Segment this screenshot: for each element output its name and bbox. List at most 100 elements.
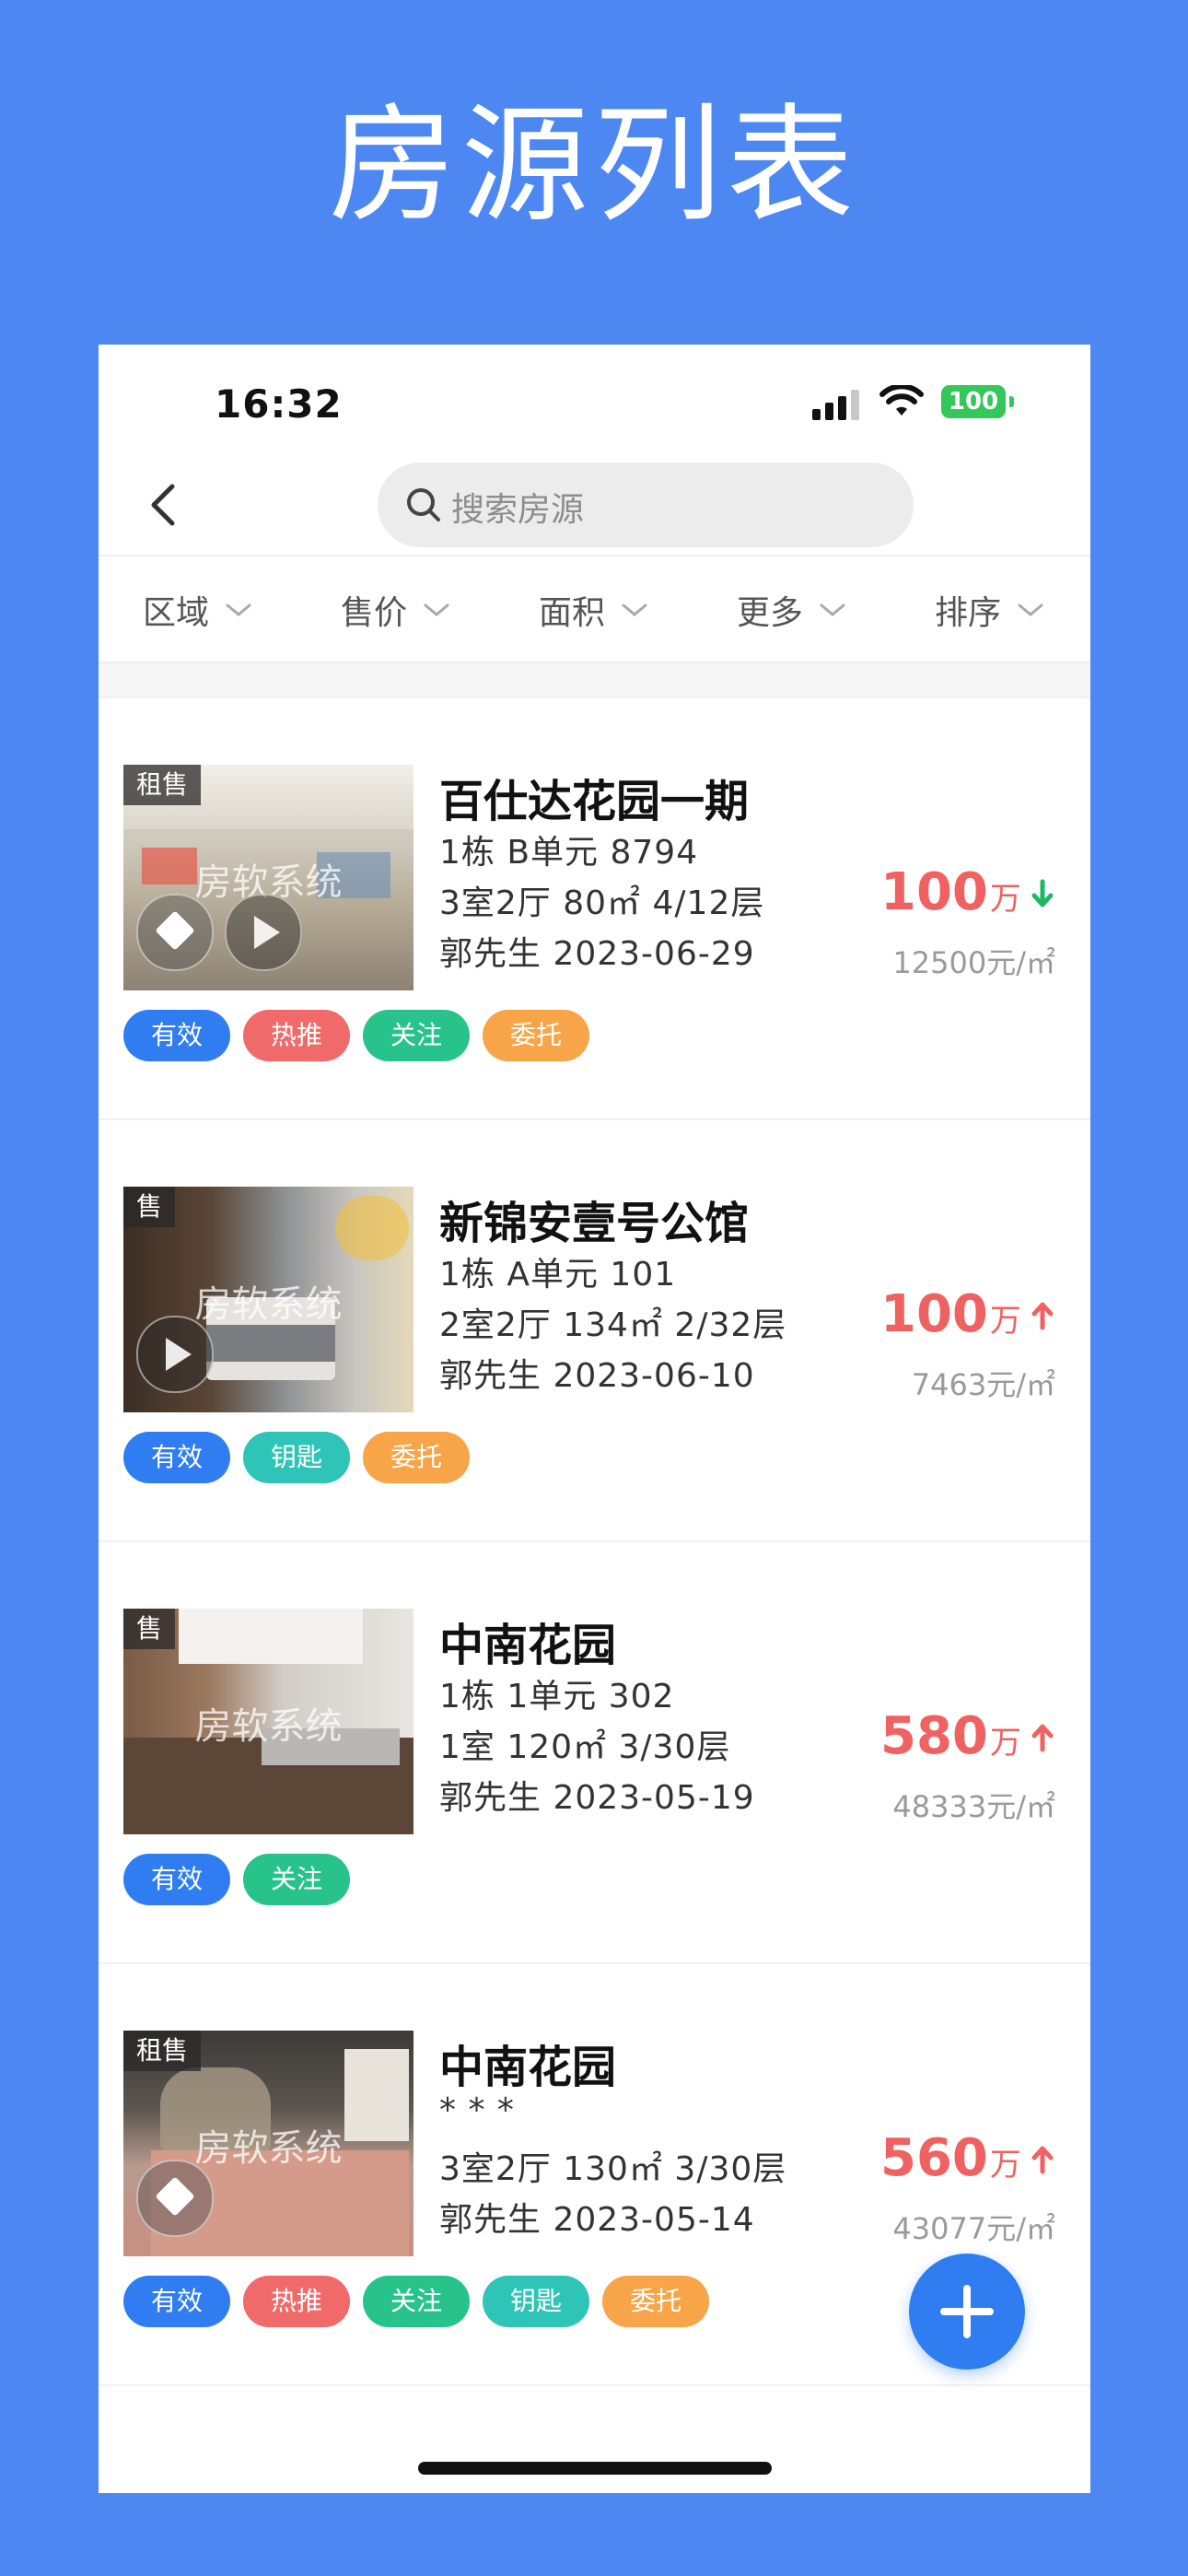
arrow-up-icon [1031, 1724, 1054, 1752]
wifi-icon [879, 385, 924, 416]
photo-watermark: 房软系统 [194, 1705, 343, 1748]
back-button[interactable] [135, 468, 191, 542]
listing-layout: 1室 120㎡ 3/30层 [439, 1728, 731, 1766]
listing-price: 560万 [880, 2128, 1055, 2188]
filter-price[interactable]: 售价 [341, 586, 450, 632]
listing-price: 100万 [880, 862, 1055, 922]
price-value: 560 [880, 2128, 988, 2188]
listing-type-badge: 售 [123, 1187, 176, 1227]
nav-divider [99, 555, 1090, 556]
tag-hot: 热推 [243, 1010, 351, 1061]
price-unit: 万 [989, 1725, 1021, 1762]
listing-price: 100万 [880, 1284, 1055, 1344]
listing-title: 中南花园 [439, 1620, 617, 1671]
listing-title: 新锦安壹号公馆 [439, 1198, 750, 1249]
listing-layout: 2室2厅 134㎡ 2/32层 [439, 1306, 787, 1344]
listing-tags: 有效 钥匙 委托 [123, 1432, 483, 1483]
listing-photo: 租售 房软系统 [123, 2031, 413, 2256]
price-unit: 万 [989, 1303, 1021, 1340]
vr-cube-icon[interactable] [136, 2160, 214, 2237]
tag-follow: 关注 [363, 2276, 471, 2327]
listing-card[interactable]: 租售 房软系统 百仕达花园一期 1栋 B单元 8794 3室2厅 80㎡ 4/1… [99, 698, 1090, 1118]
battery-icon: 100 [941, 385, 1006, 418]
listing-agent-date: 郭先生 2023-05-14 [439, 2201, 755, 2239]
filter-label: 面积 [539, 594, 606, 632]
filter-label: 更多 [737, 594, 804, 632]
vr-cube-icon[interactable] [136, 894, 214, 971]
plus-icon [940, 2285, 994, 2338]
filter-bar: 区域 售价 面积 更多 排序 [99, 558, 1090, 662]
listing-agent-date: 郭先生 2023-05-19 [439, 1779, 755, 1817]
tag-follow: 关注 [363, 1010, 471, 1061]
arrow-up-icon [1031, 2146, 1054, 2174]
hero-title: 房源列表 [328, 91, 859, 240]
listing-type-badge: 售 [123, 1609, 176, 1649]
listing-type-badge: 租售 [123, 2031, 202, 2071]
listing-unit-price: 7463元/㎡ [911, 1367, 1055, 1402]
list-top-gap [99, 663, 1090, 697]
listing-unit-price: 12500元/㎡ [892, 945, 1055, 980]
home-indicator[interactable] [418, 2462, 772, 2475]
tag-valid: 有效 [123, 1432, 231, 1483]
play-video-icon[interactable] [136, 1316, 214, 1393]
price-unit: 万 [989, 881, 1021, 918]
filter-size[interactable]: 面积 [539, 586, 648, 632]
listing-photo: 租售 房软系统 [123, 765, 413, 990]
play-video-icon[interactable] [225, 894, 302, 971]
chevron-left-icon [151, 484, 175, 526]
listing-building: * * * [439, 2091, 515, 2129]
arrow-up-icon [1031, 1302, 1054, 1330]
tag-entrust: 委托 [602, 2276, 710, 2327]
filter-more[interactable]: 更多 [737, 586, 846, 632]
arrow-down-icon [1031, 879, 1054, 907]
listing-unit-price: 48333元/㎡ [892, 1789, 1055, 1824]
listing-building: 1栋 1单元 302 [439, 1678, 675, 1715]
search-icon [407, 488, 440, 521]
filter-area[interactable]: 区域 [143, 586, 252, 632]
tag-follow: 关注 [243, 1854, 351, 1905]
price-value: 100 [880, 1284, 988, 1344]
tag-valid: 有效 [123, 2276, 231, 2327]
listing-agent-date: 郭先生 2023-06-29 [439, 935, 755, 973]
chevron-down-icon [1018, 603, 1043, 616]
listing-card[interactable]: 售 房软系统 新锦安壹号公馆 1栋 A单元 101 2室2厅 134㎡ 2/32… [99, 1120, 1090, 1540]
listing-agent-date: 郭先生 2023-06-10 [439, 1357, 755, 1395]
chevron-down-icon [820, 603, 845, 616]
listing-tags: 有效 关注 [123, 1854, 363, 1905]
tag-key: 钥匙 [243, 1432, 351, 1483]
tag-entrust: 委托 [363, 1432, 471, 1483]
listing-photo: 售 房软系统 [123, 1609, 413, 1834]
listing-title: 百仕达花园一期 [439, 776, 750, 827]
search-placeholder: 搜索房源 [451, 491, 585, 529]
price-value: 580 [880, 1706, 988, 1766]
listing-price: 580万 [880, 1706, 1055, 1766]
battery-tip [1009, 396, 1014, 407]
filter-label: 区域 [143, 594, 210, 632]
listing-building: 1栋 B单元 8794 [439, 834, 699, 872]
filter-label: 排序 [935, 594, 1002, 632]
tag-entrust: 委托 [483, 1010, 590, 1061]
add-listing-button[interactable] [909, 2254, 1025, 2370]
chevron-down-icon [424, 603, 449, 616]
phone-screen: 16:32 100 搜索房源 区域 售价 面积 更多 排序 租售 房软系统 百仕… [99, 345, 1090, 2493]
filter-label: 售价 [341, 594, 408, 632]
tag-valid: 有效 [123, 1854, 231, 1905]
listing-tags: 有效 热推 关注 委托 [123, 1010, 602, 1061]
listing-title: 中南花园 [439, 2042, 617, 2093]
tag-key: 钥匙 [483, 2276, 590, 2327]
chevron-down-icon [622, 603, 647, 616]
listing-unit-price: 43077元/㎡ [892, 2211, 1055, 2246]
listing-tags: 有效 热推 关注 钥匙 委托 [123, 2276, 722, 2327]
listing-building: 1栋 A单元 101 [439, 1256, 677, 1294]
price-unit: 万 [989, 2147, 1021, 2184]
listing-layout: 3室2厅 130㎡ 3/30层 [439, 2150, 787, 2188]
price-value: 100 [880, 862, 988, 922]
filter-sort[interactable]: 排序 [935, 586, 1044, 632]
listing-card[interactable]: 售 房软系统 中南花园 1栋 1单元 302 1室 120㎡ 3/30层 郭先生… [99, 1542, 1090, 1962]
search-input[interactable]: 搜索房源 [378, 463, 914, 547]
tag-hot: 热推 [243, 2276, 351, 2327]
listing-layout: 3室2厅 80㎡ 4/12层 [439, 884, 765, 922]
list-separator [99, 2384, 1090, 2386]
tag-valid: 有效 [123, 1010, 231, 1061]
listing-type-badge: 租售 [123, 765, 202, 805]
